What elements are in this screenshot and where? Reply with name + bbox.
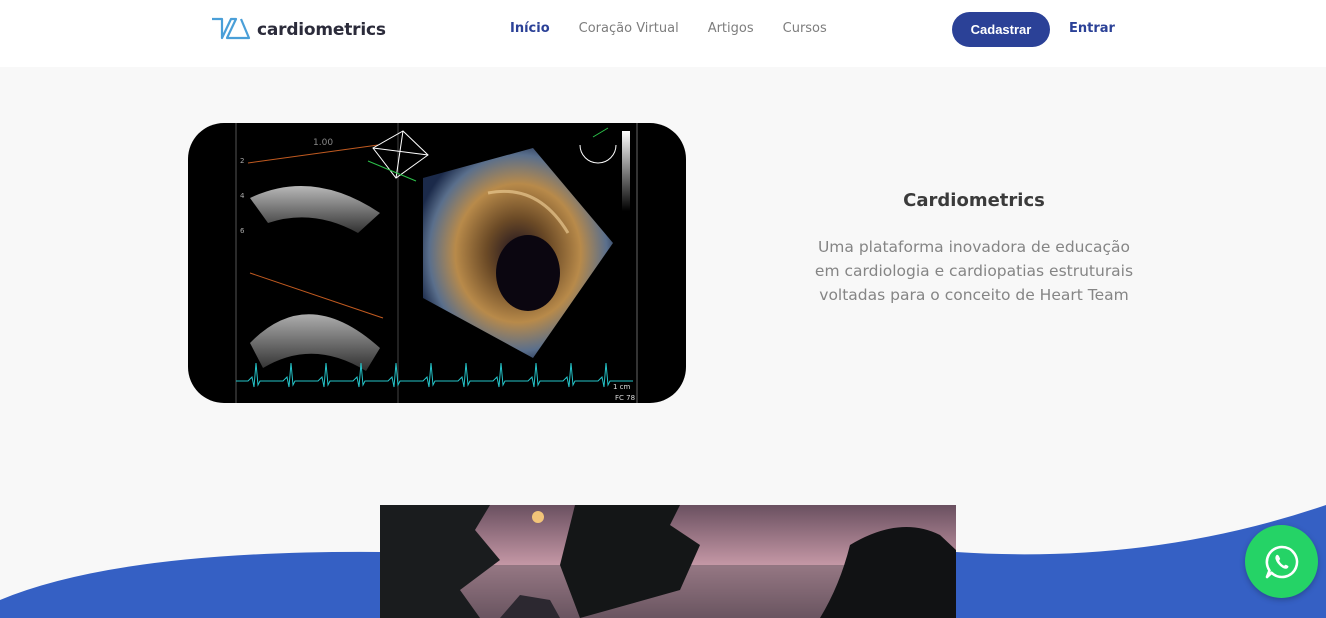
signup-button[interactable]: Cadastrar — [952, 12, 1050, 47]
nav-item-artigos[interactable]: Artigos — [708, 21, 754, 36]
nav-item-coracao-virtual[interactable]: Coração Virtual — [579, 21, 679, 36]
hero-title: Cardiometrics — [903, 190, 1045, 211]
svg-text:1 cm: 1 cm — [613, 383, 631, 391]
site-header: cardiometrics Início Coração Virtual Art… — [0, 0, 1326, 67]
landscape-photo — [380, 505, 956, 618]
svg-text:6: 6 — [240, 227, 245, 235]
nav-item-inicio[interactable]: Início — [510, 21, 550, 36]
svg-text:FC 78: FC 78 — [615, 394, 635, 402]
main-nav: Início Coração Virtual Artigos Cursos — [510, 21, 827, 36]
logo[interactable]: cardiometrics — [211, 16, 386, 43]
login-link[interactable]: Entrar — [1069, 21, 1115, 36]
whatsapp-button[interactable] — [1245, 525, 1318, 598]
svg-text:1.00: 1.00 — [313, 138, 333, 148]
svg-text:4: 4 — [240, 192, 245, 200]
echocardiogram-image: 2 4 6 1.00 1 cm FC 78 — [188, 123, 686, 403]
hero-description: Uma plataforma inovadora de educação em … — [814, 238, 1134, 304]
logo-icon — [212, 17, 251, 40]
nav-item-cursos[interactable]: Cursos — [783, 21, 827, 36]
svg-text:2: 2 — [240, 157, 244, 165]
whatsapp-icon — [1265, 545, 1298, 578]
logo-text: cardiometrics — [257, 19, 386, 40]
